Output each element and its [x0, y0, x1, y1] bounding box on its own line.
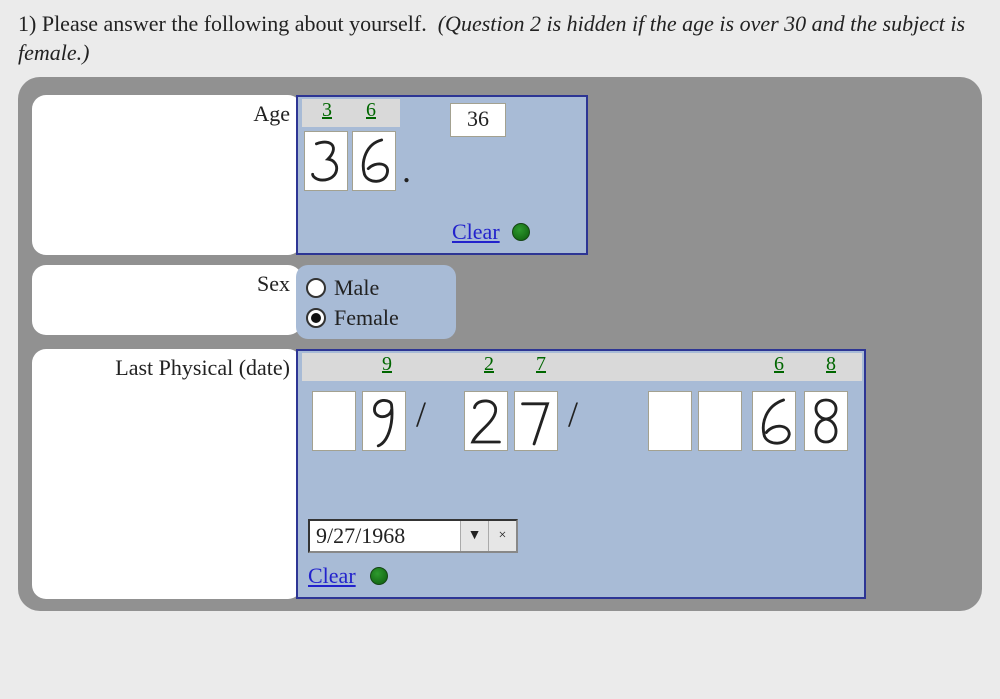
- age-reco-digit-1[interactable]: 6: [356, 99, 386, 122]
- age-label-cell: Age: [32, 95, 302, 255]
- question-main: Please answer the following about yourse…: [42, 11, 427, 36]
- sex-option-male[interactable]: Male: [306, 275, 442, 301]
- date-combo[interactable]: 9/27/1968 ▼ ×: [308, 519, 518, 553]
- date-reco-digit-1[interactable]: 9: [372, 353, 402, 376]
- form-panel: Age 3 6 . 36 Clear: [18, 77, 982, 611]
- row-sex: Sex Male Female: [32, 265, 968, 339]
- sex-label-cell: Sex: [32, 265, 302, 335]
- question-number: 1): [18, 11, 36, 36]
- sex-radio-group: Male Female: [296, 265, 456, 339]
- age-ink-panel[interactable]: 3 6 . 36 Clear: [296, 95, 588, 255]
- date-clear-dot-icon: [370, 567, 388, 585]
- date-hw-cell-2[interactable]: [464, 391, 508, 451]
- date-clear-link[interactable]: Clear: [308, 563, 356, 589]
- handwritten-2-icon: [465, 392, 507, 450]
- age-hw-cell-0[interactable]: [304, 131, 348, 191]
- age-clear-dot-icon: [512, 223, 530, 241]
- row-date: Last Physical (date) 9 2 7 6 8 /: [32, 349, 968, 599]
- sex-option-female[interactable]: Female: [306, 305, 442, 331]
- date-hw-cell-0[interactable]: [312, 391, 356, 451]
- age-numeric-value[interactable]: 36: [450, 103, 506, 137]
- handwritten-7-icon: [515, 392, 557, 450]
- sex-option-female-label: Female: [334, 305, 399, 331]
- handwritten-3-icon: [305, 132, 347, 190]
- handwritten-6-icon: [353, 132, 395, 190]
- age-clear-link[interactable]: Clear: [452, 219, 500, 245]
- age-reco-digit-0[interactable]: 3: [312, 99, 342, 122]
- date-combo-dropdown-button[interactable]: ▼: [460, 521, 488, 551]
- sex-label: Sex: [257, 271, 290, 297]
- close-icon: ×: [499, 528, 507, 544]
- radio-icon: [306, 278, 326, 298]
- date-ink-panel[interactable]: 9 2 7 6 8 /: [296, 349, 866, 599]
- handwritten-6-icon: [753, 392, 795, 450]
- date-hw-cell-7[interactable]: [804, 391, 848, 451]
- date-reco-digit-7[interactable]: 8: [816, 353, 846, 376]
- date-hw-cell-3[interactable]: [514, 391, 558, 451]
- age-label: Age: [253, 101, 290, 127]
- date-reco-digit-2[interactable]: 2: [474, 353, 504, 376]
- sex-option-male-label: Male: [334, 275, 379, 301]
- date-label: Last Physical (date): [115, 355, 290, 381]
- date-combo-value[interactable]: 9/27/1968: [310, 521, 460, 551]
- question-text: 1) Please answer the following about you…: [18, 10, 982, 67]
- date-sep-1: /: [416, 393, 426, 435]
- age-hw-cell-1[interactable]: [352, 131, 396, 191]
- date-sep-2: /: [568, 393, 578, 435]
- date-hw-cell-4[interactable]: [648, 391, 692, 451]
- date-hw-cell-5[interactable]: [698, 391, 742, 451]
- date-reco-digit-6[interactable]: 6: [764, 353, 794, 376]
- radio-checked-icon: [306, 308, 326, 328]
- handwritten-9-icon: [363, 392, 405, 450]
- row-age: Age 3 6 . 36 Clear: [32, 95, 968, 255]
- date-hw-cell-1[interactable]: [362, 391, 406, 451]
- handwritten-8-icon: [805, 392, 847, 450]
- date-combo-clear-button[interactable]: ×: [488, 521, 516, 551]
- date-label-cell: Last Physical (date): [32, 349, 302, 599]
- date-hw-cell-6[interactable]: [752, 391, 796, 451]
- date-reco-digit-3[interactable]: 7: [526, 353, 556, 376]
- chevron-down-icon: ▼: [468, 528, 482, 544]
- age-decimal-dot: .: [402, 149, 411, 191]
